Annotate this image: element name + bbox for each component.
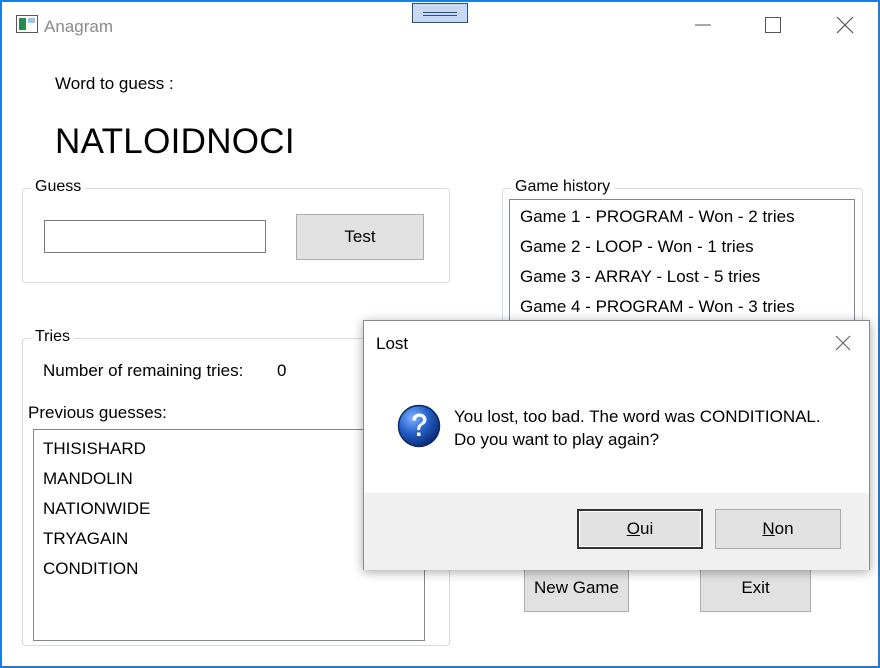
scrambled-word: NATLOIDNOCI [55, 122, 295, 161]
app-window-icon [16, 15, 38, 33]
game-history-label: Game history [511, 178, 615, 196]
non-button[interactable]: Non [715, 509, 841, 549]
new-game-button[interactable]: New Game [524, 564, 629, 612]
title-bar[interactable]: Anagram [2, 2, 878, 50]
dialog-message-line2: Do you want to play again? [454, 430, 660, 449]
lost-dialog: Lost You lost, too bad. The word was CON… [363, 320, 870, 570]
test-button[interactable]: Test [296, 214, 424, 260]
maximize-icon[interactable] [764, 16, 782, 34]
window-title: Anagram [44, 17, 113, 36]
dialog-close-icon[interactable] [835, 335, 851, 351]
list-item[interactable]: TRYAGAIN [43, 529, 128, 549]
tries-group-label: Tries [31, 328, 74, 346]
dialog-title: Lost [376, 334, 409, 353]
close-icon[interactable] [836, 16, 854, 34]
oui-button-label: Oui [626, 519, 654, 538]
oui-button[interactable]: Oui [577, 509, 703, 549]
list-item[interactable]: Game 3 - ARRAY - Lost - 5 tries [520, 267, 760, 287]
list-item[interactable]: Game 4 - PROGRAM - Won - 3 tries [520, 297, 795, 317]
question-icon [397, 404, 441, 448]
list-item[interactable]: Game 2 - LOOP - Won - 1 tries [520, 237, 754, 257]
non-button-label: Non [762, 519, 794, 538]
remaining-tries-label: Number of remaining tries: [43, 361, 244, 380]
list-item[interactable]: MANDOLIN [43, 469, 133, 489]
window-grab-handle[interactable] [412, 3, 468, 23]
guess-input[interactable] [44, 220, 266, 253]
previous-guesses-label: Previous guesses: [28, 403, 167, 422]
remaining-tries-value: 0 [277, 361, 287, 380]
list-item[interactable]: THISISHARD [43, 439, 146, 459]
word-to-guess-label: Word to guess : [55, 74, 174, 93]
list-item[interactable]: NATIONWIDE [43, 499, 150, 519]
list-item[interactable]: Game 1 - PROGRAM - Won - 2 tries [520, 207, 795, 227]
guess-group-label: Guess [31, 178, 86, 196]
minimize-icon[interactable] [694, 16, 712, 34]
dialog-button-bar: Oui Non [364, 493, 869, 570]
guess-group: Guess Test [22, 178, 450, 283]
exit-button[interactable]: Exit [700, 564, 811, 612]
dialog-message-line1: You lost, too bad. The word was CONDITIO… [454, 407, 821, 426]
list-item[interactable]: CONDITION [43, 559, 138, 579]
